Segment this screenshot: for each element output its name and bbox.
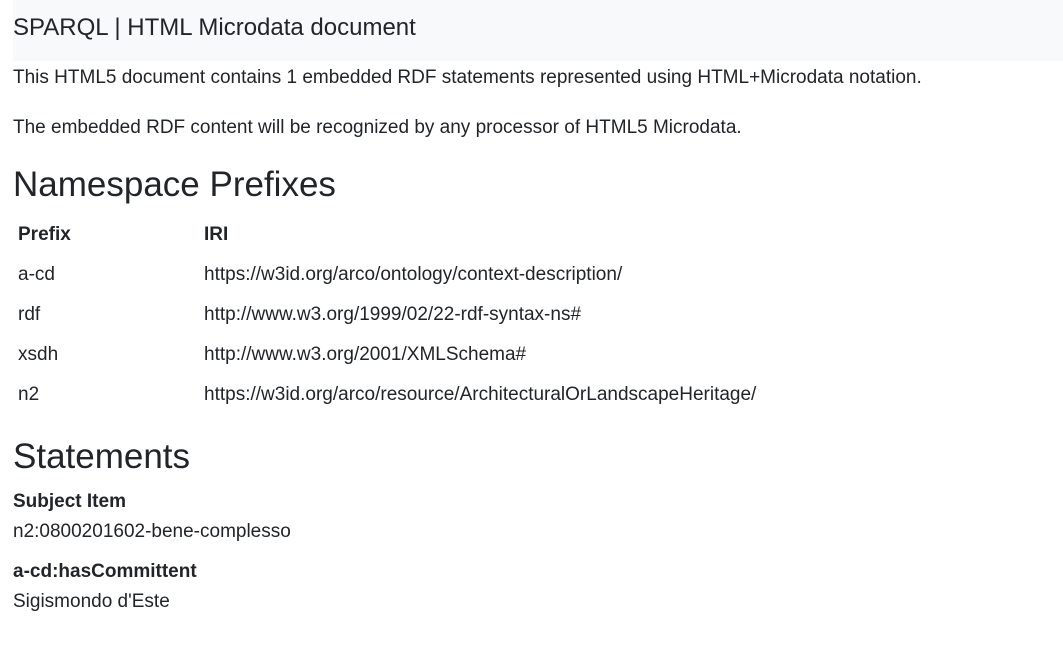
subject-item-value: n2:0800201602-bene-complesso [13,521,291,542]
table-row: rdf http://www.w3.org/1999/02/22-rdf-syn… [13,295,761,335]
prefix-cell: n2 [18,384,40,405]
table-row: n2 https://w3id.org/arco/resource/Archit… [13,375,761,415]
column-header-iri: IRI [204,224,229,245]
column-header-prefix: Prefix [18,224,71,245]
iri-cell: http://www.w3.org/2001/XMLSchema# [204,344,527,365]
statements-heading: Statements [13,437,191,476]
intro-processor-note: The embedded RDF content will be recogni… [13,117,742,138]
subject-item-label: Subject Item [13,491,126,512]
table-row: a-cd https://w3id.org/arco/ontology/cont… [13,255,761,295]
page-title: SPARQL | HTML Microdata document [13,14,416,41]
prefix-cell: xsdh [18,344,59,365]
prefix-cell: a-cd [18,264,55,285]
predicate-label: a-cd:hasCommittent [13,561,197,582]
prefix-cell: rdf [18,304,41,325]
title-bar: SPARQL | HTML Microdata document [13,0,1063,61]
iri-cell: http://www.w3.org/1999/02/22-rdf-syntax-… [204,304,582,325]
namespace-prefixes-table: Prefix IRI a-cd https://w3id.org/arco/on… [13,215,761,415]
table-row: xsdh http://www.w3.org/2001/XMLSchema# [13,335,761,375]
table-header-row: Prefix IRI [13,215,761,255]
intro-statement-count: This HTML5 document contains 1 embedded … [13,67,922,88]
object-value: Sigismondo d'Este [13,591,170,612]
page: SPARQL | HTML Microdata document This HT… [0,0,1063,653]
iri-cell: https://w3id.org/arco/ontology/context-d… [204,264,623,285]
iri-cell: https://w3id.org/arco/resource/Architect… [204,384,757,405]
namespace-prefixes-heading: Namespace Prefixes [13,165,336,204]
